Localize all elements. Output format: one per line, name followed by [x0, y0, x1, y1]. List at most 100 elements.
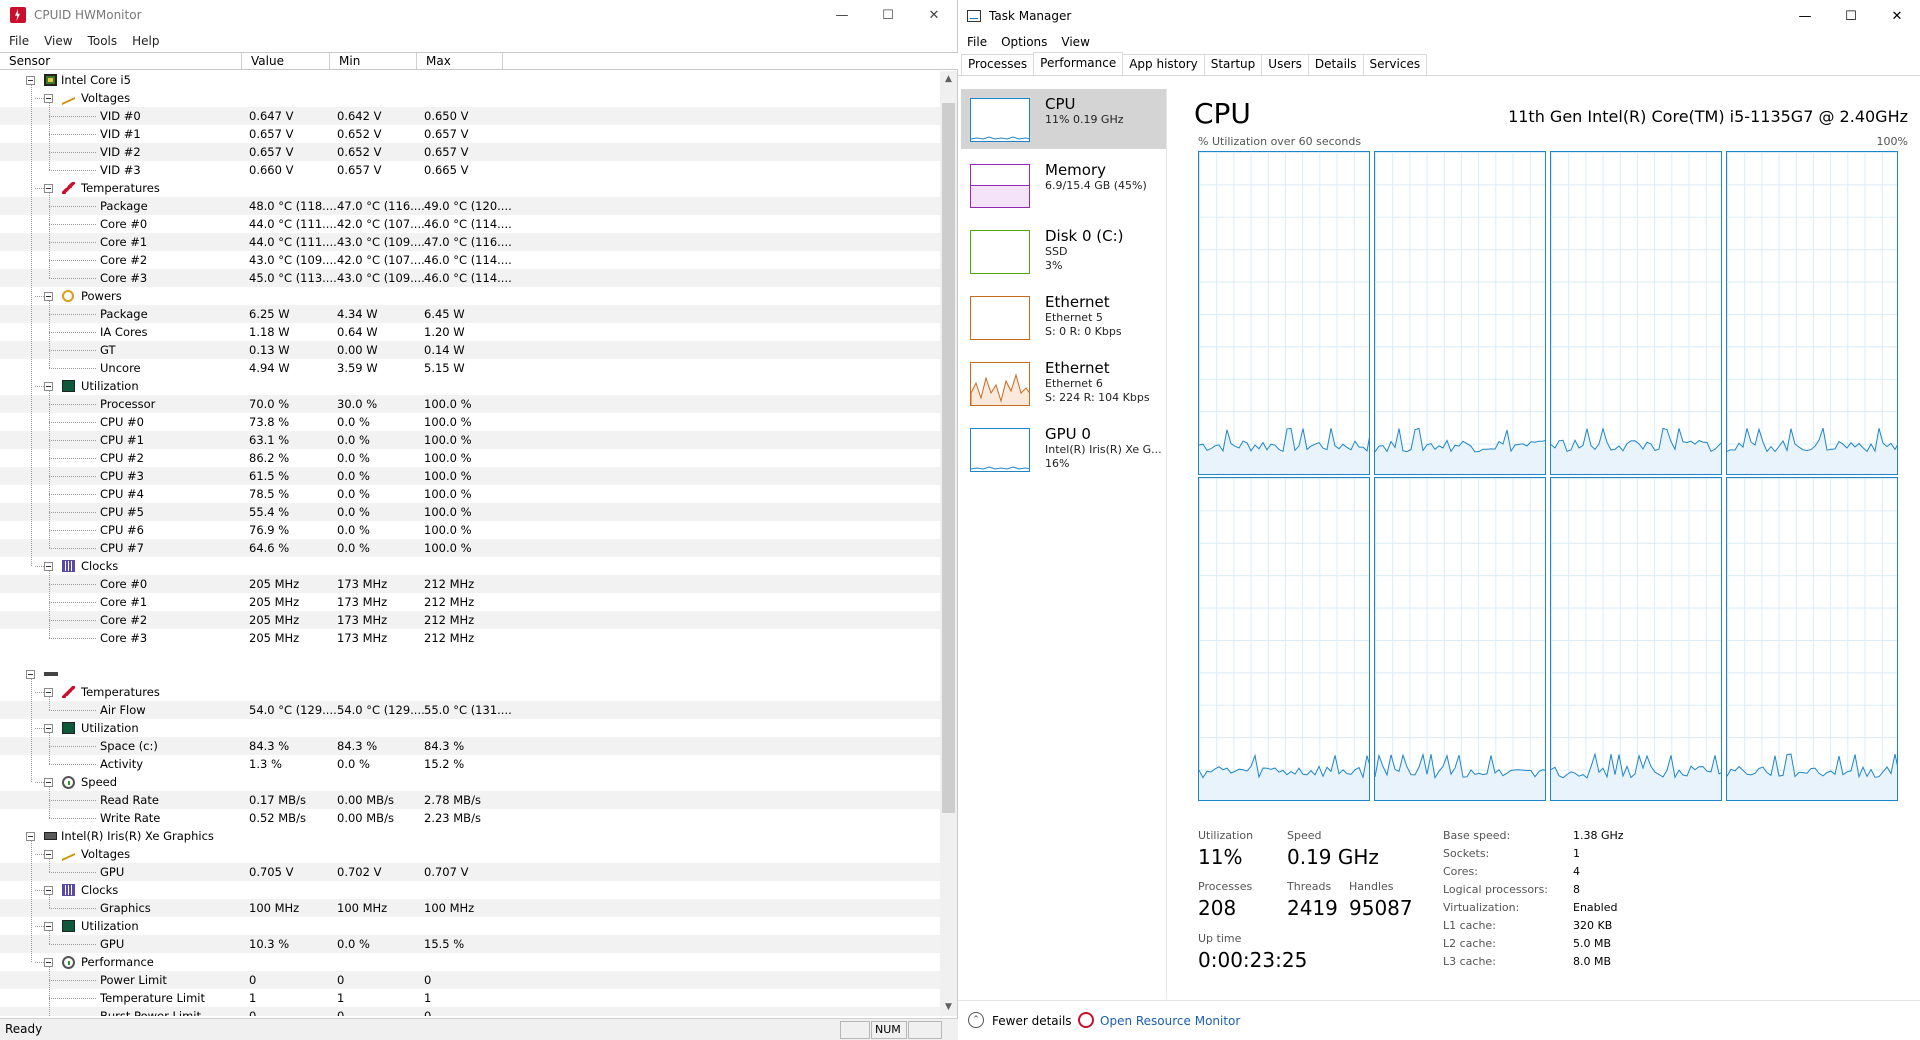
tm-menu-options[interactable]: Options — [1001, 35, 1047, 49]
sensor-tree-scrollbar[interactable]: ▲ ▼ — [940, 71, 957, 1016]
sensor-row[interactable]: CPU #7 64.6 % 0.0 % 100.0 % — [0, 539, 940, 557]
column-header-value[interactable]: Value — [242, 53, 330, 69]
resource-item[interactable]: Disk 0 (C:) SSD 3% — [961, 221, 1166, 281]
minimize-button[interactable]: — — [819, 0, 865, 30]
collapse-toggle-icon[interactable] — [26, 670, 35, 679]
tab-services[interactable]: Services — [1362, 54, 1428, 75]
sensor-row[interactable]: Read Rate 0.17 MB/s 0.00 MB/s 2.78 MB/s — [0, 791, 940, 809]
tab-performance[interactable]: Performance — [1033, 52, 1124, 75]
collapse-toggle-icon[interactable] — [44, 778, 53, 787]
resource-item[interactable]: CPU 11% 0.19 GHz — [961, 89, 1166, 149]
tree-spacer-row[interactable] — [0, 647, 940, 665]
tm-maximize-button[interactable]: ☐ — [1828, 0, 1874, 32]
sensor-row[interactable]: Core #0 205 MHz 173 MHz 212 MHz — [0, 575, 940, 593]
sensor-row[interactable]: GPU 0.705 V 0.702 V 0.707 V — [0, 863, 940, 881]
sensor-row[interactable]: GPU 10.3 % 0.0 % 15.5 % — [0, 935, 940, 953]
sensor-row[interactable]: Temperature Limit 1 1 1 — [0, 989, 940, 1007]
resource-item[interactable]: Ethernet Ethernet 6 S: 224 R: 104 Kbps — [961, 353, 1166, 413]
collapse-toggle-icon[interactable] — [44, 724, 53, 733]
sensor-row[interactable]: VID #3 0.660 V 0.657 V 0.665 V — [0, 161, 940, 179]
sensor-group-row[interactable]: Clocks — [0, 881, 940, 899]
taskmanager-titlebar[interactable]: Task Manager — ☐ ✕ — [958, 0, 1920, 32]
tab-startup[interactable]: Startup — [1203, 54, 1263, 75]
sensor-row[interactable]: Burst Power Limit 0 0 0 — [0, 1007, 940, 1016]
tm-menu-file[interactable]: File — [967, 35, 987, 49]
scroll-down-arrow-icon[interactable]: ▼ — [940, 999, 957, 1016]
collapse-toggle-icon[interactable] — [26, 76, 35, 85]
menu-tools[interactable]: Tools — [88, 34, 118, 48]
sensor-group-row[interactable]: Voltages — [0, 845, 940, 863]
open-resource-monitor-link[interactable]: Open Resource Monitor — [1100, 1014, 1240, 1028]
resource-item[interactable]: GPU 0 Intel(R) Iris(R) Xe G... 16% — [961, 419, 1166, 479]
sensor-row[interactable]: IA Cores 1.18 W 0.64 W 1.20 W — [0, 323, 940, 341]
tm-minimize-button[interactable]: — — [1782, 0, 1828, 32]
sensor-group-row[interactable]: Utilization — [0, 377, 940, 395]
sensor-group-row[interactable]: Utilization — [0, 719, 940, 737]
tab-processes[interactable]: Processes — [961, 54, 1035, 75]
sensor-row[interactable]: Graphics 100 MHz 100 MHz 100 MHz — [0, 899, 940, 917]
sensor-row[interactable]: Core #1 205 MHz 173 MHz 212 MHz — [0, 593, 940, 611]
scroll-up-arrow-icon[interactable]: ▲ — [940, 71, 957, 88]
menu-view[interactable]: View — [44, 34, 72, 48]
collapse-toggle-icon[interactable] — [26, 832, 35, 841]
sensor-row[interactable]: VID #1 0.657 V 0.652 V 0.657 V — [0, 125, 940, 143]
column-header-sensor[interactable]: Sensor — [0, 53, 242, 69]
maximize-button[interactable]: ☐ — [865, 0, 911, 30]
sensor-row[interactable]: CPU #0 73.8 % 0.0 % 100.0 % — [0, 413, 940, 431]
sensor-row[interactable]: GT 0.13 W 0.00 W 0.14 W — [0, 341, 940, 359]
sensor-row[interactable]: Package 6.25 W 4.34 W 6.45 W — [0, 305, 940, 323]
collapse-toggle-icon[interactable] — [44, 382, 53, 391]
sensor-group-row[interactable]: Temperatures — [0, 683, 940, 701]
sensor-row[interactable]: Space (c:) 84.3 % 84.3 % 84.3 % — [0, 737, 940, 755]
sensor-row[interactable]: CPU #5 55.4 % 0.0 % 100.0 % — [0, 503, 940, 521]
collapse-toggle-icon[interactable] — [44, 922, 53, 931]
column-header-max[interactable]: Max — [417, 53, 503, 69]
tab-details[interactable]: Details — [1307, 54, 1364, 75]
sensor-group-row[interactable]: Intel(R) Iris(R) Xe Graphics — [0, 827, 940, 845]
sensor-row[interactable]: Package 48.0 °C (118.... 47.0 °C (116.... 4… — [0, 197, 940, 215]
hwmonitor-titlebar[interactable]: CPUID HWMonitor — ☐ ✕ — [0, 0, 957, 30]
sensor-row[interactable]: VID #0 0.647 V 0.642 V 0.650 V — [0, 107, 940, 125]
collapse-toggle-icon[interactable] — [44, 958, 53, 967]
tab-users[interactable]: Users — [1261, 54, 1309, 75]
sensor-group-row[interactable]: Speed — [0, 773, 940, 791]
sensor-row[interactable]: CPU #2 86.2 % 0.0 % 100.0 % — [0, 449, 940, 467]
sensor-row[interactable]: Core #2 43.0 °C (109.... 42.0 °C (107.... 4… — [0, 251, 940, 269]
column-header-min[interactable]: Min — [330, 53, 417, 69]
sensor-row[interactable]: Core #1 44.0 °C (111.... 43.0 °C (109.... 4… — [0, 233, 940, 251]
collapse-toggle-icon[interactable] — [44, 688, 53, 697]
collapse-toggle-icon[interactable] — [44, 850, 53, 859]
sensor-group-row[interactable]: Powers — [0, 287, 940, 305]
fewer-details-link[interactable]: Fewer details — [992, 1014, 1072, 1028]
sensor-row[interactable]: Processor 70.0 % 30.0 % 100.0 % — [0, 395, 940, 413]
tm-menu-view[interactable]: View — [1061, 35, 1089, 49]
resource-monitor-icon[interactable] — [1078, 1012, 1094, 1028]
collapse-toggle-icon[interactable] — [44, 94, 53, 103]
sensor-group-row[interactable] — [0, 665, 940, 683]
sensor-row[interactable]: Write Rate 0.52 MB/s 0.00 MB/s 2.23 MB/s — [0, 809, 940, 827]
tab-app-history[interactable]: App history — [1122, 54, 1205, 75]
sensor-group-row[interactable]: Intel Core i5 — [0, 71, 940, 89]
sensor-row[interactable]: Core #0 44.0 °C (111.... 42.0 °C (107.... 4… — [0, 215, 940, 233]
sensor-row[interactable]: Core #2 205 MHz 173 MHz 212 MHz — [0, 611, 940, 629]
sensor-row[interactable]: Air Flow 54.0 °C (129.... 54.0 °C (129....… — [0, 701, 940, 719]
sensor-group-row[interactable]: Performance — [0, 953, 940, 971]
close-button[interactable]: ✕ — [911, 0, 957, 30]
scrollbar-thumb[interactable] — [942, 103, 955, 813]
menu-help[interactable]: Help — [132, 34, 159, 48]
sensor-row[interactable]: Uncore 4.94 W 3.59 W 5.15 W — [0, 359, 940, 377]
sensor-group-row[interactable]: Clocks — [0, 557, 940, 575]
sensor-group-row[interactable]: Voltages — [0, 89, 940, 107]
resource-item[interactable]: Memory 6.9/15.4 GB (45%) — [961, 155, 1166, 215]
resource-item[interactable]: Ethernet Ethernet 5 S: 0 R: 0 Kbps — [961, 287, 1166, 347]
sensor-group-row[interactable]: Utilization — [0, 917, 940, 935]
sensor-tree[interactable]: Intel Core i5 Voltages VID #0 0.647 V 0.642 … — [0, 71, 940, 1016]
logical-processor-graphs[interactable] — [1198, 151, 1898, 801]
sensor-row[interactable]: Core #3 45.0 °C (113.... 43.0 °C (109.... 4… — [0, 269, 940, 287]
collapse-toggle-icon[interactable] — [44, 562, 53, 571]
menu-file[interactable]: File — [9, 34, 29, 48]
sensor-row[interactable]: VID #2 0.657 V 0.652 V 0.657 V — [0, 143, 940, 161]
tm-close-button[interactable]: ✕ — [1874, 0, 1920, 32]
sensor-row[interactable]: CPU #4 78.5 % 0.0 % 100.0 % — [0, 485, 940, 503]
sensor-row[interactable]: CPU #6 76.9 % 0.0 % 100.0 % — [0, 521, 940, 539]
